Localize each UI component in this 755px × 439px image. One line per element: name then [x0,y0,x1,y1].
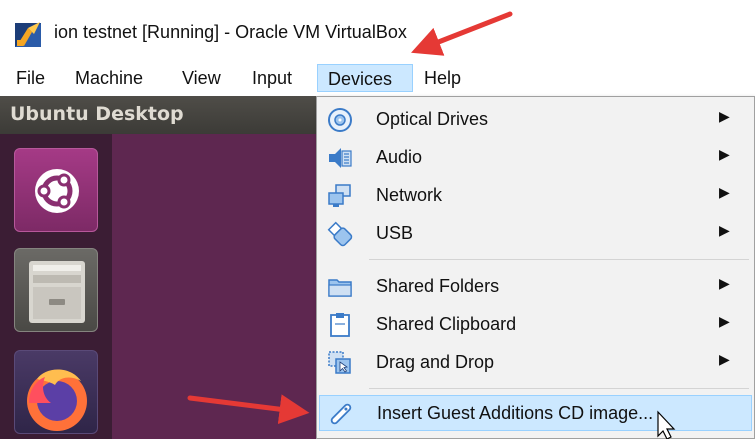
submenu-arrow-icon: ▶ [719,108,730,124]
submenu-arrow-icon: ▶ [719,222,730,238]
menu-item-network[interactable]: Network ▶ [317,178,754,214]
menu-item-shared-clipboard[interactable]: Shared Clipboard ▶ [317,307,754,343]
menu-item-usb[interactable]: USB ▶ [317,216,754,252]
submenu-arrow-icon: ▶ [719,275,730,291]
menu-item-audio[interactable]: Audio ▶ [317,140,754,176]
ubuntu-software-icon[interactable] [14,148,98,232]
window-title: ion testnet [Running] - Oracle VM Virtua… [54,22,407,42]
menu-item-label: Network [376,185,443,205]
menu-file[interactable]: File [10,64,51,92]
shared-folders-icon [328,279,352,297]
submenu-arrow-icon: ▶ [719,146,730,162]
menu-item-insert-guest-additions[interactable]: Insert Guest Additions CD image... [319,395,752,431]
shared-clipboard-icon [330,313,350,337]
menu-item-label: Drag and Drop [376,352,495,372]
ubuntu-logo-icon [35,169,79,213]
firefox-logo-icon [27,369,87,431]
menu-item-optical-drives[interactable]: Optical Drives ▶ [317,102,754,138]
ubuntu-desktop-title: Ubuntu Desktop [10,103,184,125]
network-icon [328,184,351,207]
menu-item-label: Shared Folders [376,276,500,296]
menu-machine[interactable]: Machine [69,64,149,92]
menu-devices[interactable]: Devices [317,64,413,92]
menu-view[interactable]: View [176,64,227,92]
menu-bar: File Machine View Input Devices Help [0,60,755,96]
guest-additions-icon [330,403,352,425]
menu-item-label: Insert Guest Additions CD image... [377,403,654,423]
menu-separator [369,388,749,389]
submenu-arrow-icon: ▶ [719,351,730,367]
drag-and-drop-icon [328,351,351,374]
file-cabinet-icon [29,261,85,323]
usb-icon [327,221,353,247]
menu-item-label: USB [376,223,414,243]
menu-help[interactable]: Help [418,64,467,92]
optical-drive-icon [328,108,352,132]
submenu-arrow-icon: ▶ [719,184,730,200]
menu-item-drag-and-drop[interactable]: Drag and Drop ▶ [317,345,754,381]
submenu-arrow-icon: ▶ [719,313,730,329]
menu-item-label: Audio [376,147,423,167]
files-icon[interactable] [14,248,98,332]
virtualbox-window: ion testnet [Running] - Oracle VM Virtua… [0,0,755,439]
title-bar: ion testnet [Running] - Oracle VM Virtua… [0,0,755,60]
devices-dropdown-menu: Optical Drives ▶ Audio ▶ Network ▶ USB ▶… [316,96,755,439]
firefox-icon[interactable] [14,350,98,434]
virtualbox-icon [15,22,41,47]
menu-input[interactable]: Input [246,64,298,92]
menu-item-label: Shared Clipboard [376,314,517,334]
menu-item-label: Optical Drives [376,109,489,129]
menu-item-shared-folders[interactable]: Shared Folders ▶ [317,269,754,305]
audio-icon [329,148,352,168]
menu-separator [369,259,749,260]
